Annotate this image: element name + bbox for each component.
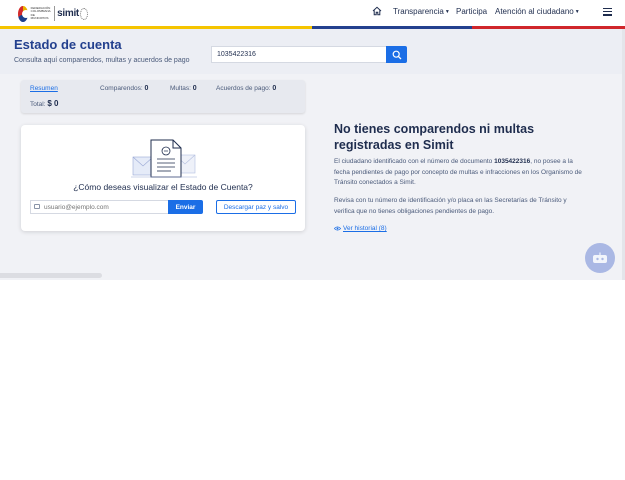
- download-paz-y-salvo-button[interactable]: Descargar paz y salvo: [216, 200, 296, 214]
- search-button[interactable]: [386, 46, 407, 63]
- nav-transparencia[interactable]: Transparencia ▼: [393, 7, 450, 16]
- visualize-question: ¿Cómo deseas visualizar el Estado de Cue…: [73, 182, 253, 192]
- logo-simit-text: simit: [57, 8, 79, 19]
- document-illustration-icon: [131, 139, 197, 178]
- logo-fed-text: FEDERACIÓN COLOMBIANA DE MUNICIPIOS: [30, 5, 51, 20]
- search-input[interactable]: [211, 46, 386, 63]
- horizontal-scrollbar[interactable]: [0, 273, 102, 278]
- summary-card: Resumen Comparendos: 0 Multas: 0 Acuerdo…: [21, 80, 305, 113]
- home-icon[interactable]: [372, 6, 382, 16]
- fcm-seal-icon: [18, 5, 30, 22]
- hamburger-menu-icon[interactable]: [603, 8, 612, 16]
- chatbot-icon: [593, 252, 607, 263]
- caret-down-icon: ▼: [574, 8, 580, 15]
- page: FEDERACIÓN COLOMBIANA DE MUNICIPIOS simi…: [0, 0, 625, 480]
- chatbot-button[interactable]: [585, 243, 615, 273]
- search-icon: [392, 50, 401, 59]
- nav-transparencia-label: Transparencia: [393, 7, 444, 16]
- total-label: Total:: [30, 101, 46, 108]
- result-title: No tienes comparendos ni multas registra…: [334, 122, 535, 152]
- nav-participa[interactable]: Participa: [456, 7, 487, 16]
- eye-icon: [334, 226, 341, 231]
- logo-divider: [53, 6, 55, 21]
- nav-atencion-label: Atención al ciudadano: [495, 7, 574, 16]
- total-value: $ 0: [47, 99, 59, 108]
- email-icon: [34, 204, 40, 209]
- result-paragraph-1: El ciudadano identificado con el número …: [334, 157, 589, 189]
- email-input[interactable]: [30, 200, 168, 214]
- result-paragraph-2: Revisa con tu número de identificación y…: [334, 197, 567, 215]
- nav-atencion-ciudadano[interactable]: Atención al ciudadano ▼: [495, 7, 580, 16]
- multas-summary: Multas: 0: [170, 85, 197, 92]
- comparendos-count: 0: [144, 85, 149, 92]
- acuerdos-label: Acuerdos de pago:: [216, 85, 271, 92]
- total-summary: Total: $ 0: [30, 99, 58, 108]
- acuerdos-count: 0: [272, 85, 277, 92]
- comparendos-summary: Comparendos: 0: [100, 85, 148, 92]
- page-title: Estado de cuenta: [14, 37, 122, 52]
- simit-logo[interactable]: FEDERACIÓN COLOMBIANA DE MUNICIPIOS simi…: [18, 4, 88, 23]
- statement-card: ¿Cómo deseas visualizar el Estado de Cue…: [21, 125, 305, 231]
- caret-down-icon: ▼: [444, 8, 450, 15]
- result-p1-document: 1035422316: [494, 158, 531, 165]
- logo-circle-icon: [79, 7, 88, 20]
- multas-label: Multas:: [170, 85, 191, 92]
- acuerdos-summary: Acuerdos de pago: 0: [216, 85, 276, 92]
- email-form: Enviar: [30, 200, 203, 214]
- send-button[interactable]: Enviar: [168, 200, 203, 214]
- ver-historial-link[interactable]: Ver historial (8): [334, 225, 387, 232]
- top-navbar: FEDERACIÓN COLOMBIANA DE MUNICIPIOS simi…: [0, 0, 625, 26]
- search-bar: [211, 46, 407, 63]
- comparendos-label: Comparendos:: [100, 85, 143, 92]
- page-subtitle: Consulta aquí comparendos, multas y acue…: [14, 57, 190, 64]
- multas-count: 0: [192, 85, 197, 92]
- nav-participa-label: Participa: [456, 7, 488, 16]
- result-p1-before: El ciudadano identificado con el número …: [334, 158, 495, 165]
- resumen-link[interactable]: Resumen: [30, 85, 58, 92]
- ver-historial-label: Ver historial (8): [343, 225, 387, 232]
